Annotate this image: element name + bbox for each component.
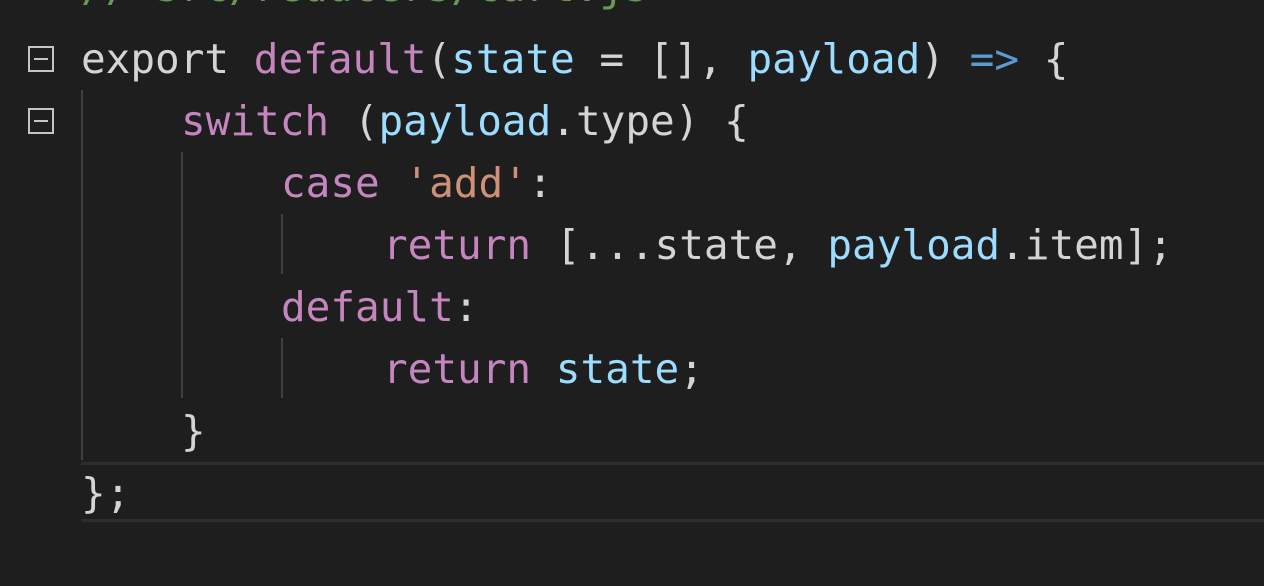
code-text: export default(state = [], payload) => { [81, 28, 1068, 90]
code-editor[interactable]: // src/reducers/cart.js export default(s… [0, 0, 1264, 586]
token-punct: } [181, 407, 206, 455]
token-punct: ) [920, 35, 970, 83]
fold-collapse-icon[interactable] [28, 108, 54, 134]
code-text: default: [281, 276, 478, 338]
token-punct: }; [81, 469, 131, 517]
token-keyword: case [281, 159, 380, 207]
code-text: } [181, 400, 206, 462]
code-line-8[interactable]: }; [0, 462, 1264, 524]
token-punct: : [453, 283, 479, 331]
token-keyword: default [253, 35, 427, 83]
code-text: return [...state, payload.item]; [383, 214, 1173, 276]
token-variable: payload [378, 97, 552, 145]
token-variable: payload [747, 35, 921, 83]
code-line-6[interactable]: return state; [0, 338, 1264, 400]
token-punct: : [527, 159, 553, 207]
code-text: switch (payload.type) { [181, 90, 749, 152]
code-line-4[interactable]: return [...state, payload.item]; [0, 214, 1264, 276]
token-punct: .type) { [551, 97, 749, 145]
code-text: case 'add': [281, 152, 553, 214]
code-line-3[interactable]: case 'add': [0, 152, 1264, 214]
token-punct: ( [426, 35, 452, 83]
token-punct: .item]; [1000, 221, 1173, 269]
code-line-comment[interactable]: // src/reducers/cart.js [0, 0, 1264, 18]
token-variable: state [555, 345, 680, 393]
comment-text: // src/reducers/cart.js [81, 0, 649, 18]
token-string: 'add' [404, 159, 528, 207]
token-variable: payload [827, 221, 1001, 269]
token-punct: ( [329, 97, 379, 145]
token-variable: state [451, 35, 575, 83]
code-line-2[interactable]: switch (payload.type) { [0, 90, 1264, 152]
token-keyword: default [281, 283, 454, 331]
token-keyword: return [383, 221, 532, 269]
token-keyword: export [81, 35, 230, 83]
token-arrow: => [969, 35, 1020, 83]
token-keyword: switch [181, 97, 330, 145]
code-text: return state; [383, 338, 704, 400]
token-punct: { [1019, 35, 1069, 83]
code-line-1[interactable]: export default(state = [], payload) => { [0, 28, 1264, 90]
fold-collapse-icon[interactable] [28, 46, 54, 72]
token-punct: ; [679, 345, 704, 393]
code-text: }; [81, 462, 130, 524]
token-punct: = [], [574, 35, 748, 83]
code-line-7[interactable]: } [0, 400, 1264, 462]
token-keyword: return [383, 345, 532, 393]
token-punct: [...state, [531, 221, 828, 269]
code-line-5[interactable]: default: [0, 276, 1264, 338]
